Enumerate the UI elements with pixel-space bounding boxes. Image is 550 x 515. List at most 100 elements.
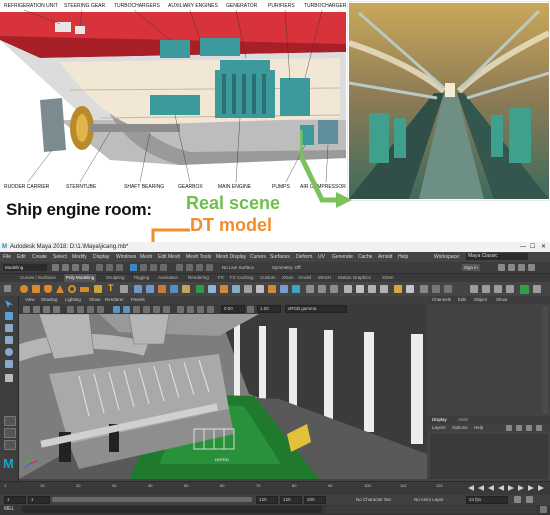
menu-windows[interactable]: Windows [116, 252, 136, 262]
last-tool-icon[interactable] [5, 374, 13, 382]
layer-menu-layers[interactable]: Layers [432, 424, 446, 432]
channel-box-icon[interactable] [528, 264, 535, 271]
menu-arnold[interactable]: Arnold [378, 252, 392, 262]
bridge-icon[interactable] [208, 285, 216, 293]
xray-icon[interactable] [207, 306, 214, 313]
menu-create[interactable]: Create [32, 252, 47, 262]
shelf-tab-xgen-2[interactable]: XGen [382, 274, 394, 282]
menu-edit-mesh[interactable]: Edit Mesh [158, 252, 180, 262]
film-gate-icon[interactable] [77, 306, 84, 313]
bookmark-icon[interactable] [43, 306, 50, 313]
snap-curve-icon[interactable] [140, 264, 147, 271]
fps-dropdown[interactable]: 24 fps [466, 496, 508, 504]
menu-mesh-display[interactable]: Mesh Display [216, 252, 246, 262]
menu-uv[interactable]: UV [318, 252, 325, 262]
menu-mesh[interactable]: Mesh [140, 252, 152, 262]
menu-file[interactable]: File [3, 252, 11, 262]
freeze-icon[interactable] [368, 285, 376, 293]
edit-menu[interactable]: Edit [458, 296, 466, 304]
menu-edit[interactable]: Edit [17, 252, 26, 262]
play-backward-icon[interactable] [498, 485, 504, 491]
maximize-button[interactable]: ☐ [530, 242, 535, 252]
playback-start-field[interactable]: 1 [28, 496, 50, 504]
render-icon[interactable] [186, 264, 193, 271]
folder-icon[interactable] [52, 264, 59, 271]
live-surface-label[interactable]: No Live Surface [222, 264, 254, 271]
graph-editor-icon[interactable] [494, 285, 502, 293]
move-tool-icon[interactable] [5, 336, 13, 344]
shelf-tab-mash[interactable]: MASH [318, 274, 331, 282]
symmetry-label[interactable]: Symmetry: Off [272, 264, 301, 271]
select-object-icon[interactable] [106, 264, 113, 271]
poly-cube-icon[interactable] [32, 285, 40, 293]
scale-tool-icon[interactable] [5, 360, 13, 368]
step-back-key-icon[interactable] [478, 485, 484, 491]
viewport-3d[interactable] [19, 314, 427, 479]
menu-cache[interactable]: Cache [358, 252, 372, 262]
new-layer-selected-icon[interactable] [516, 425, 522, 431]
wireframe-icon[interactable] [113, 306, 120, 313]
shelf-tab-custom[interactable]: Custom [260, 274, 276, 282]
fill-hole-icon[interactable] [232, 285, 240, 293]
command-input[interactable] [22, 506, 322, 513]
camera-icon[interactable] [406, 285, 414, 293]
ao-icon[interactable] [177, 306, 184, 313]
mode-dropdown[interactable]: Modeling [3, 264, 47, 271]
svg-tool-icon[interactable] [120, 285, 128, 293]
vp-menu-shading[interactable]: Shading [41, 296, 58, 304]
auto-key-icon[interactable] [514, 496, 521, 503]
panel-toggle-icon[interactable] [498, 264, 505, 271]
shelf-tab-animation[interactable]: Animation [158, 274, 178, 282]
move-layer-down-icon[interactable] [536, 425, 542, 431]
vp-menu-renderer[interactable]: Renderer [105, 296, 124, 304]
center-pivot-icon[interactable] [356, 285, 364, 293]
render-view-icon[interactable] [420, 285, 428, 293]
sign-in-button[interactable]: Sign in [462, 264, 480, 271]
uv-editor-icon[interactable] [292, 285, 300, 293]
step-forward-key-icon[interactable] [528, 485, 534, 491]
shelf-tab-rendering[interactable]: Rendering [188, 274, 209, 282]
camera-select-icon[interactable] [23, 306, 30, 313]
new-layer-icon[interactable] [506, 425, 512, 431]
quad-draw-icon[interactable] [280, 285, 288, 293]
layer-tab-anim[interactable]: Anim [458, 416, 468, 424]
gamma-field[interactable]: 1.00 [257, 305, 281, 313]
shelf-tab-poly-modeling[interactable]: Poly Modeling [64, 274, 97, 282]
delete-history-icon[interactable] [344, 285, 352, 293]
layout-outliner-icon[interactable] [4, 440, 16, 450]
gate-mask-icon[interactable] [97, 306, 104, 313]
connect-icon[interactable] [268, 285, 276, 293]
vp-menu-panels[interactable]: Panels [131, 296, 145, 304]
vp-menu-show[interactable]: Show [89, 296, 100, 304]
layout-single-icon[interactable] [4, 416, 16, 426]
shelf-tab-arnold[interactable]: Arnold [298, 274, 311, 282]
shelf-tab-motion-graphics[interactable]: Motion Graphics [338, 274, 371, 282]
range-slider[interactable] [52, 497, 252, 502]
smooth-icon[interactable] [158, 285, 166, 293]
gamma-icon[interactable] [247, 306, 254, 313]
hypershade-icon[interactable] [444, 285, 452, 293]
close-button[interactable]: ✕ [541, 242, 546, 252]
timeline[interactable]: 1 10 20 30 40 50 60 70 80 90 100 110 120 [0, 481, 550, 496]
target-weld-icon[interactable] [256, 285, 264, 293]
script-editor-icon[interactable] [506, 285, 514, 293]
combine-icon[interactable] [134, 285, 142, 293]
extrude-icon[interactable] [196, 285, 204, 293]
playback-end-field[interactable]: 120 [256, 496, 278, 504]
boolean-icon[interactable] [170, 285, 178, 293]
menu-generate[interactable]: Generate [332, 252, 353, 262]
workspace-dropdown[interactable]: Maya Classic [466, 253, 528, 260]
go-to-end-icon[interactable] [538, 485, 544, 491]
shelf-settings-icon[interactable] [4, 285, 11, 292]
play-forward-icon[interactable] [508, 485, 514, 491]
shelf-tab-rigging[interactable]: Rigging [134, 274, 149, 282]
step-forward-frame-icon[interactable] [518, 485, 524, 491]
render-frame-icon[interactable] [432, 285, 440, 293]
snap-point-icon[interactable] [150, 264, 157, 271]
menu-select[interactable]: Select [53, 252, 67, 262]
anim-layer-dropdown[interactable]: No Anim Layer [414, 496, 444, 503]
harden-edge-icon[interactable] [318, 285, 326, 293]
node-editor-icon[interactable] [482, 285, 490, 293]
select-hierarchy-icon[interactable] [96, 264, 103, 271]
snap-grid-icon[interactable] [130, 264, 137, 271]
